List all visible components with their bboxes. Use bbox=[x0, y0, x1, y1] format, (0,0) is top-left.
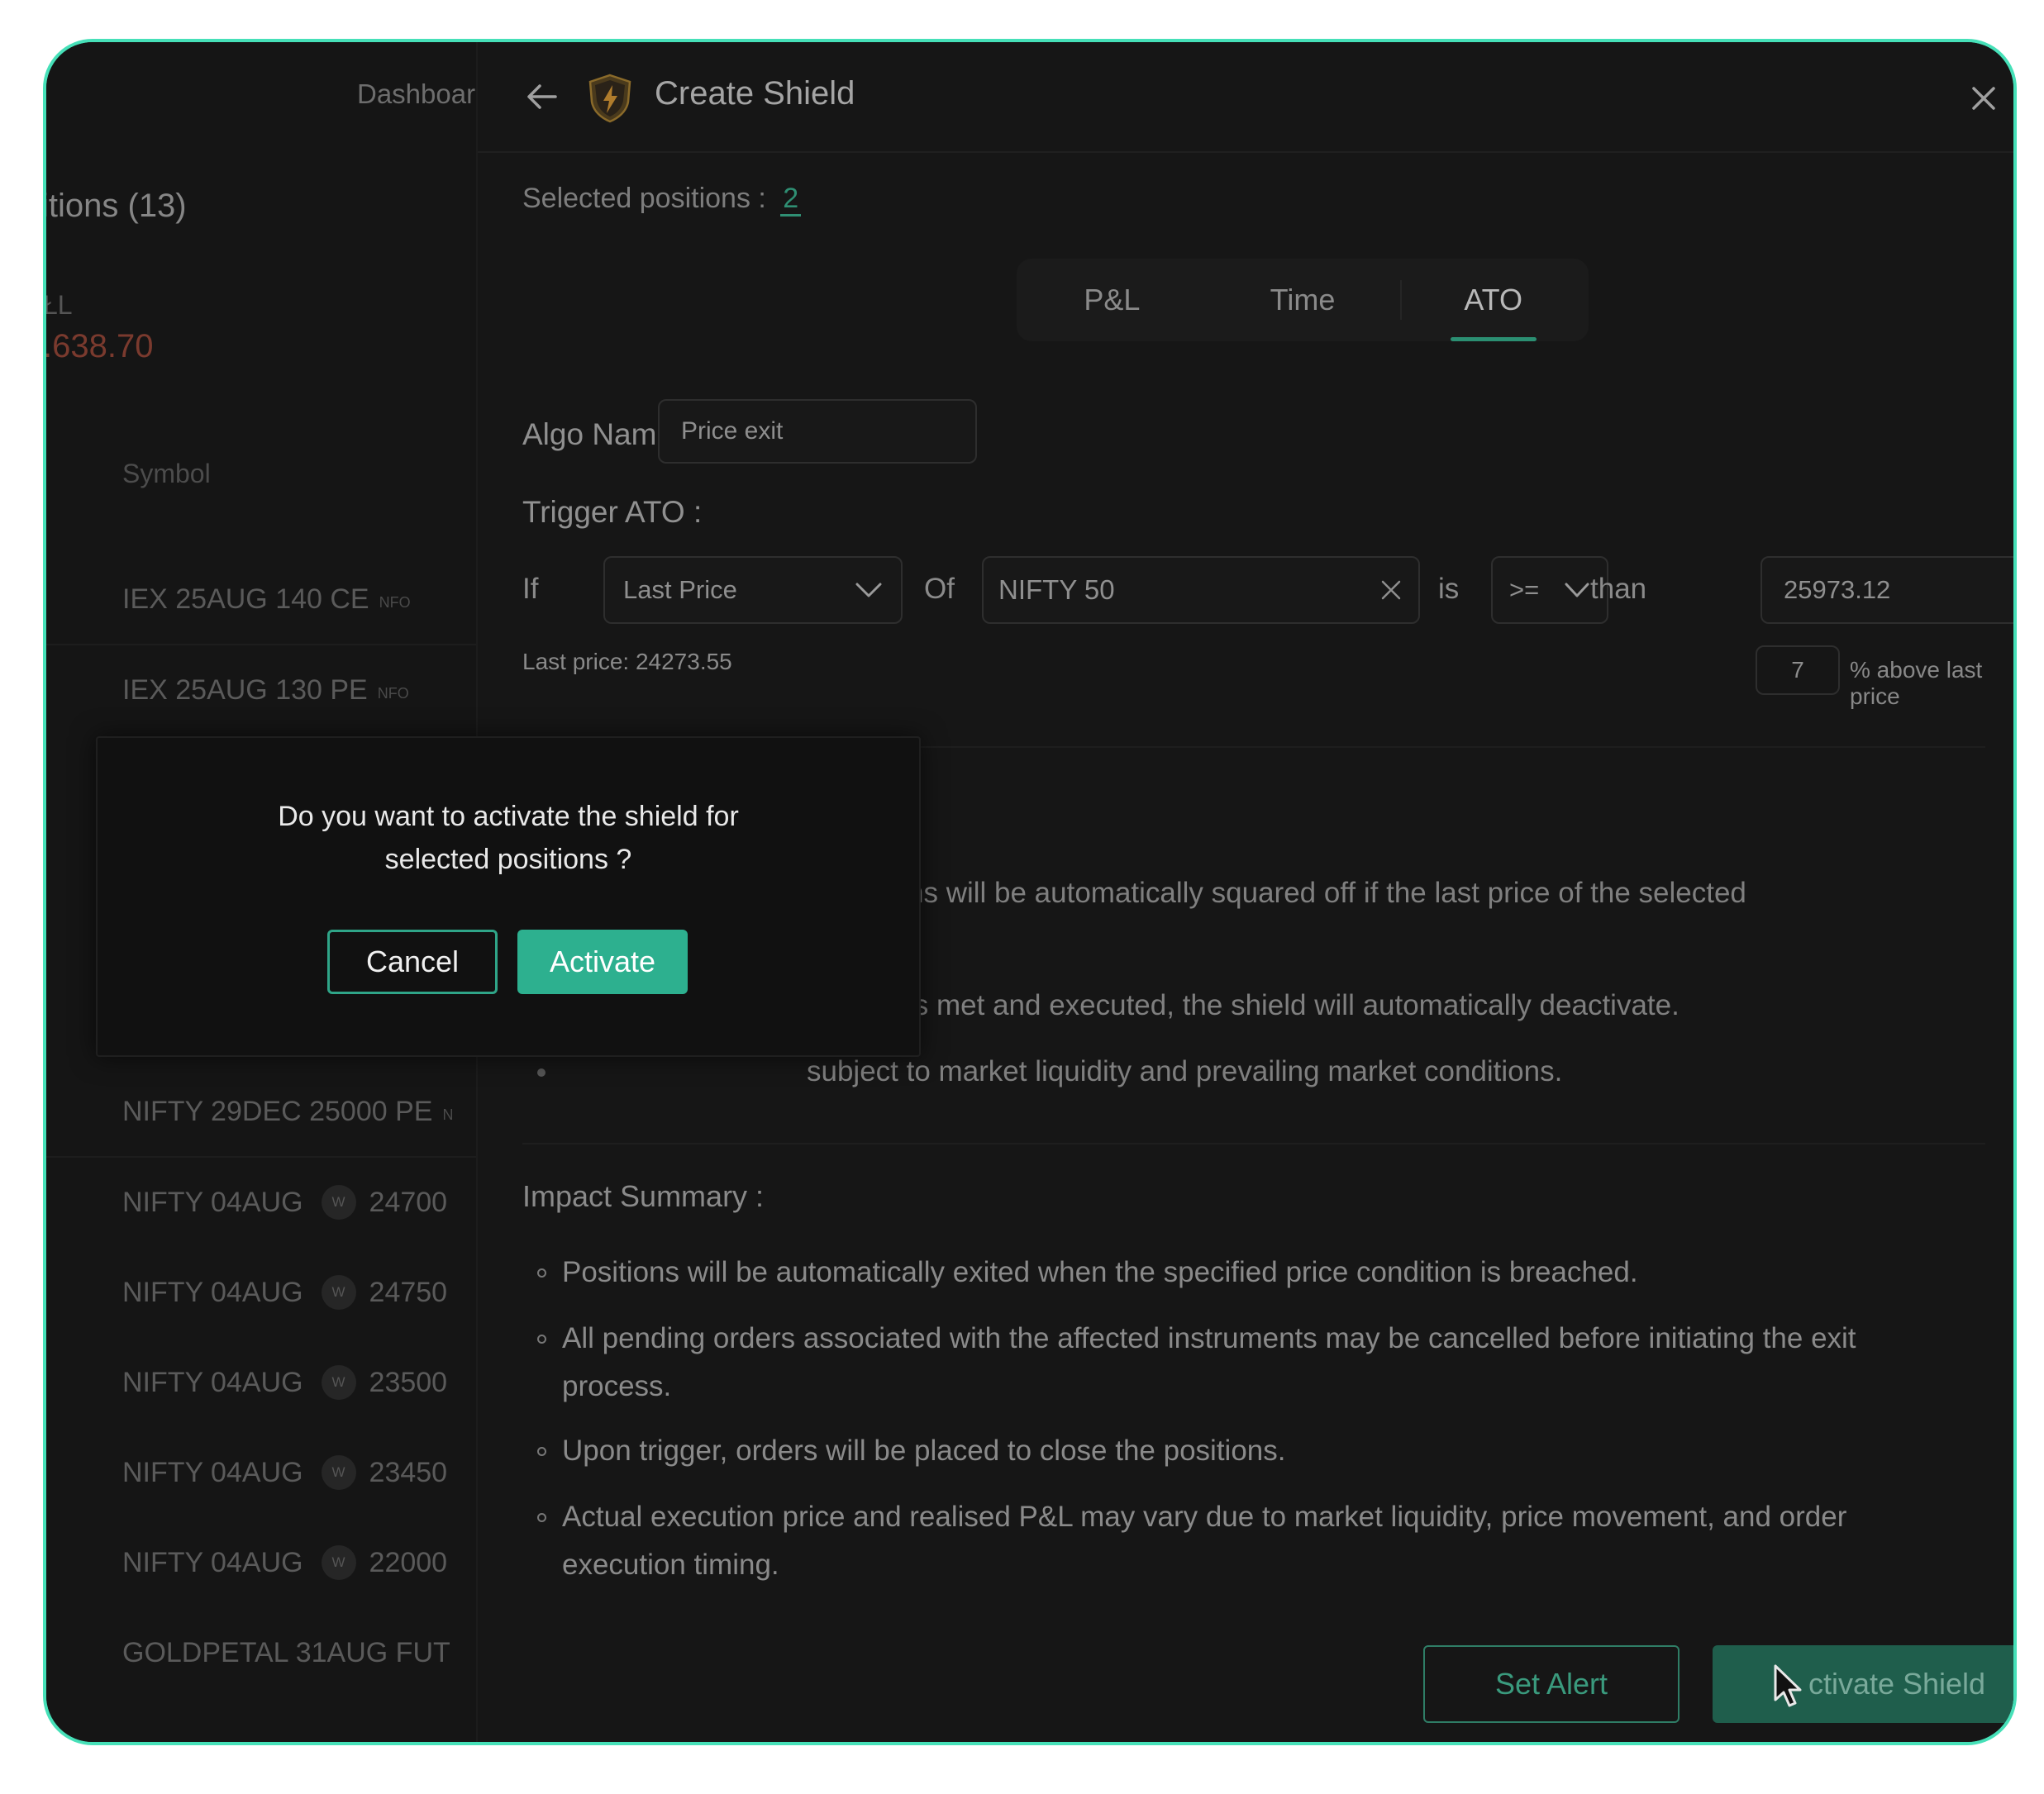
position-symbol: NIFTY 04AUG bbox=[122, 1276, 303, 1308]
weekly-expiry-badge: W bbox=[321, 1545, 356, 1580]
position-row[interactable]: NIFTY 29DEC 25000 PE N bbox=[122, 1067, 519, 1156]
tab-time[interactable]: Time bbox=[1208, 259, 1398, 341]
position-strike: 23450 bbox=[369, 1456, 448, 1488]
activate-button[interactable]: Activate bbox=[517, 930, 688, 994]
position-strike: 24750 bbox=[369, 1276, 448, 1308]
app-window: Dashboar itions (13) ŁL .638.70 Symbol I… bbox=[43, 39, 2017, 1745]
position-symbol: NIFTY 04AUG bbox=[122, 1186, 303, 1218]
shield-type-tabs: P&L Time ATO bbox=[1017, 259, 1589, 341]
panel-title: Create Shield bbox=[655, 75, 855, 112]
back-arrow-icon[interactable] bbox=[522, 77, 562, 117]
position-symbol: NIFTY 04AUG bbox=[122, 1546, 303, 1578]
mouse-cursor-icon bbox=[1774, 1664, 1802, 1707]
selected-positions-count[interactable]: 2 bbox=[780, 183, 802, 217]
position-symbol: IEX 25AUG 130 PE bbox=[122, 673, 368, 706]
position-symbol: NIFTY 04AUG bbox=[122, 1366, 303, 1398]
instrument-value: NIFTY 50 bbox=[998, 574, 1115, 605]
dashboard-nav-link[interactable]: Dashboar bbox=[357, 79, 475, 110]
impact-summary-title: Impact Summary : bbox=[522, 1179, 765, 1213]
tab-divider bbox=[1400, 280, 1402, 320]
weekly-expiry-badge: W bbox=[321, 1455, 356, 1490]
dialog-question-line-1: Do you want to activate the shield for bbox=[278, 801, 739, 832]
condition-text: ns will be automatically squared off if … bbox=[908, 877, 1746, 909]
of-label: Of bbox=[924, 573, 955, 605]
position-symbol: GOLDPETAL 31AUG FUT bbox=[122, 1636, 450, 1668]
tab-pnl[interactable]: P&L bbox=[1017, 259, 1208, 341]
clear-icon[interactable] bbox=[1379, 578, 1403, 602]
positions-heading: itions (13) bbox=[43, 188, 187, 224]
last-price-label: Last price: bbox=[522, 649, 630, 674]
close-icon[interactable] bbox=[1967, 82, 2000, 115]
weekly-expiry-badge: W bbox=[321, 1275, 356, 1310]
price-type-select[interactable]: Last Price bbox=[603, 556, 903, 624]
pnl-value: .638.70 bbox=[43, 328, 154, 364]
tab-ato[interactable]: ATO bbox=[1398, 259, 1589, 341]
cancel-button[interactable]: Cancel bbox=[327, 930, 498, 994]
instrument-input[interactable]: NIFTY 50 bbox=[982, 556, 1420, 624]
position-symbol: IEX 25AUG 140 CE bbox=[122, 583, 369, 615]
set-alert-button[interactable]: Set Alert bbox=[1423, 1645, 1680, 1723]
target-price-input[interactable]: 25973.12 bbox=[1761, 556, 2013, 624]
position-symbol: NIFTY 29DEC 25000 PE bbox=[122, 1095, 433, 1127]
impact-item: All pending orders associated with the a… bbox=[537, 1315, 1951, 1411]
position-row[interactable]: NIFTY 04AUG W 24750 bbox=[122, 1248, 519, 1337]
bullet-dot bbox=[537, 1068, 546, 1077]
than-label: than bbox=[1590, 573, 1647, 605]
activate-confirmation-dialog: Do you want to activate the shield for s… bbox=[96, 736, 921, 1057]
shield-icon bbox=[588, 74, 631, 123]
position-row[interactable]: IEX 25AUG 130 PE NFO bbox=[122, 645, 519, 735]
selected-positions: Selected positions : 2 bbox=[522, 183, 802, 217]
is-label: is bbox=[1438, 573, 1460, 605]
position-row[interactable]: NIFTY 04AUG W 24700 bbox=[122, 1158, 519, 1247]
exchange-tag: N bbox=[442, 1106, 454, 1123]
condition-text: is met and executed, the shield will aut… bbox=[908, 989, 1680, 1021]
position-row[interactable]: GOLDPETAL 31AUG FUT bbox=[122, 1608, 519, 1697]
exchange-tag: NFO bbox=[379, 593, 411, 611]
percent-input[interactable]: 7 bbox=[1756, 645, 1840, 695]
if-label: If bbox=[522, 573, 539, 605]
percent-label: % above last price bbox=[1850, 657, 1983, 709]
condition-text: subject to market liquidity and prevaili… bbox=[807, 1055, 1563, 1087]
impact-item: Actual execution price and realised P&L … bbox=[537, 1493, 1951, 1589]
symbol-column-header: Symbol bbox=[122, 459, 211, 488]
position-symbol: NIFTY 04AUG bbox=[122, 1456, 303, 1488]
section-divider bbox=[522, 1143, 1985, 1144]
chevron-down-icon bbox=[855, 583, 882, 597]
position-strike: 23500 bbox=[369, 1366, 448, 1398]
position-row[interactable]: NIFTY 04AUG W 22000 bbox=[122, 1518, 519, 1607]
chevron-down-icon bbox=[1565, 583, 1589, 597]
weekly-expiry-badge: W bbox=[321, 1365, 356, 1400]
last-price-readout: Last price: 24273.55 bbox=[522, 649, 732, 675]
algo-name-input[interactable]: Price exit bbox=[658, 399, 977, 464]
operator-value: >= bbox=[1509, 575, 1540, 604]
impact-item: Positions will be automatically exited w… bbox=[537, 1249, 1951, 1297]
position-row[interactable]: NIFTY 04AUG W 23450 bbox=[122, 1428, 519, 1517]
dialog-question-line-2: selected positions ? bbox=[384, 844, 632, 875]
panel-header: Create Shield bbox=[478, 42, 2013, 153]
last-price-value: 24273.55 bbox=[635, 649, 732, 674]
activate-shield-button[interactable]: ctivate Shield bbox=[1713, 1645, 2013, 1723]
trigger-ato-label: Trigger ATO : bbox=[522, 495, 703, 529]
position-row[interactable]: NIFTY 04AUG W 23500 bbox=[122, 1338, 519, 1427]
position-row[interactable]: IEX 25AUG 140 CE NFO bbox=[122, 554, 519, 644]
position-strike: 22000 bbox=[369, 1546, 448, 1578]
exchange-tag: NFO bbox=[377, 684, 409, 702]
pnl-label: ŁL bbox=[43, 290, 73, 320]
position-strike: 24700 bbox=[369, 1186, 448, 1218]
selected-positions-label: Selected positions : bbox=[522, 183, 766, 214]
impact-item: Upon trigger, orders will be placed to c… bbox=[537, 1427, 1951, 1475]
weekly-expiry-badge: W bbox=[321, 1185, 356, 1220]
price-type-value: Last Price bbox=[623, 575, 737, 604]
